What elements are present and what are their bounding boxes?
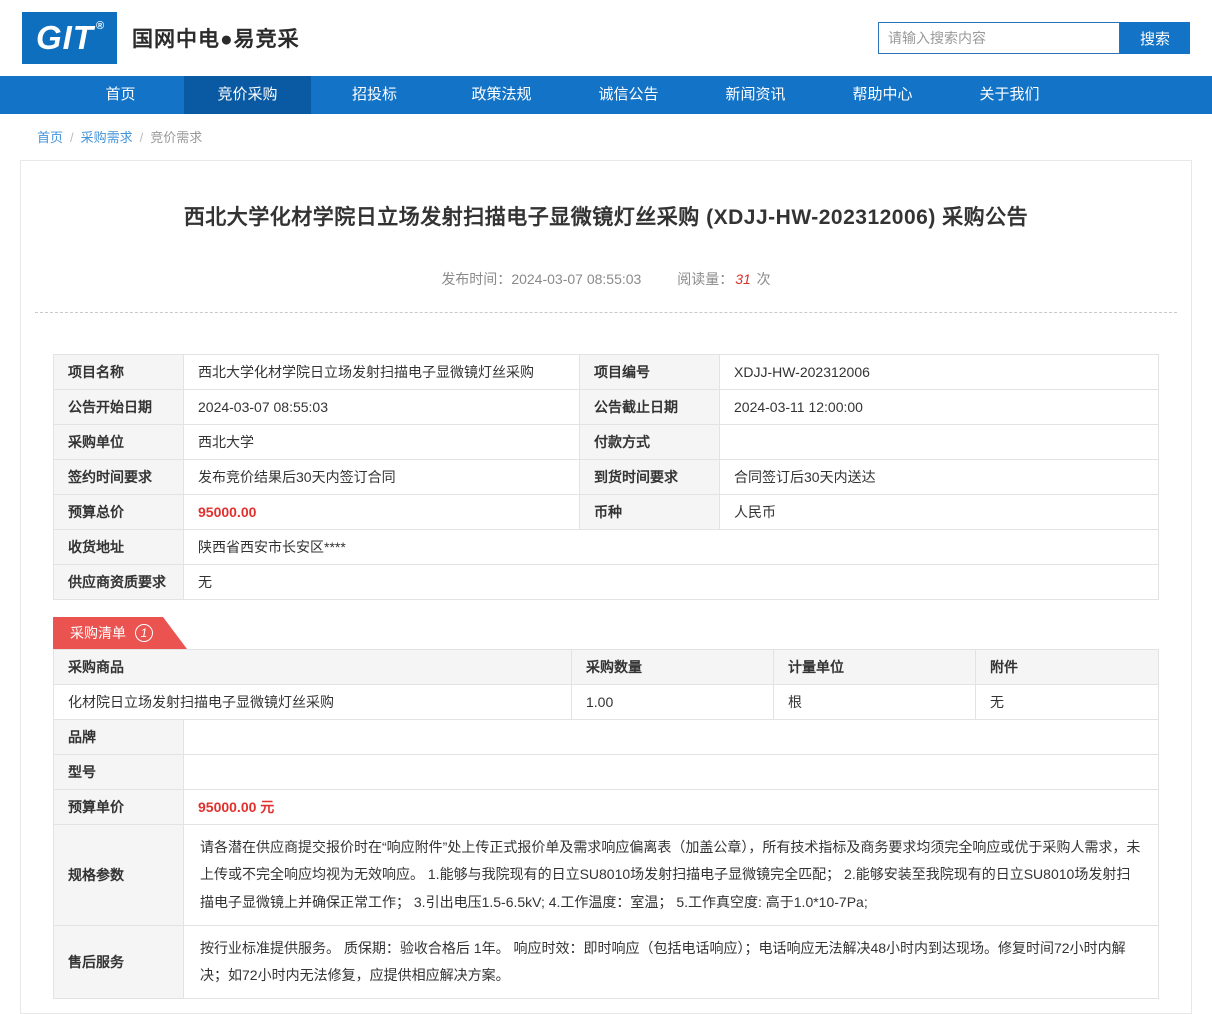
table-row: 预算总价 95000.00 币种 人民币 (53, 494, 1159, 530)
table-row: 售后服务 按行业标准提供服务。 质保期：验收合格后 1年。 响应时效：即时响应（… (53, 924, 1159, 1000)
breadcrumb-home[interactable]: 首页 (37, 130, 63, 145)
field-value: 无 (183, 564, 1159, 600)
table-header-row: 采购商品 采购数量 计量单位 附件 (53, 649, 1159, 685)
table-row: 化材院日立场发射扫描电子显微镜灯丝采购 1.00 根 无 (53, 684, 1159, 720)
nav-item-news[interactable]: 新闻资讯 (692, 76, 819, 114)
field-label: 币种 (579, 494, 720, 530)
budget-total-value: 95000.00 (183, 494, 580, 530)
product-unit: 根 (773, 684, 976, 720)
nav-item-about[interactable]: 关于我们 (946, 76, 1073, 114)
brand-value (183, 719, 1159, 755)
nav-item-integrity[interactable]: 诚信公告 (565, 76, 692, 114)
breadcrumb: 首页 / 采购需求 / 竞价需求 (0, 114, 1212, 158)
column-header: 采购数量 (571, 649, 774, 685)
field-value: 合同签订后30天内送达 (719, 459, 1159, 495)
purchase-list-tab-label: 采购清单 (70, 625, 126, 641)
read-count-value: 31 (735, 271, 751, 287)
field-value: 西北大学化材学院日立场发射扫描电子显微镜灯丝采购 (183, 354, 580, 390)
table-row: 预算单价 95000.00 元 (53, 789, 1159, 825)
project-info-table: 项目名称 西北大学化材学院日立场发射扫描电子显微镜灯丝采购 项目编号 XDJJ-… (53, 354, 1159, 600)
table-row: 供应商资质要求 无 (53, 564, 1159, 600)
search-input[interactable] (878, 22, 1120, 54)
read-count: 阅读量： 31 次 (677, 271, 771, 287)
purchase-items-table: 采购商品 采购数量 计量单位 附件 化材院日立场发射扫描电子显微镜灯丝采购 1.… (53, 649, 1159, 720)
breadcrumb-purchase-demand[interactable]: 采购需求 (81, 130, 133, 145)
unit-price-value: 95000.00 元 (183, 789, 1159, 825)
table-row: 签约时间要求 发布竞价结果后30天内签订合同 到货时间要求 合同签订后30天内送… (53, 459, 1159, 495)
field-value: 发布竞价结果后30天内签订合同 (183, 459, 580, 495)
search-bar: 搜索 (878, 22, 1190, 54)
table-row: 项目名称 西北大学化材学院日立场发射扫描电子显微镜灯丝采购 项目编号 XDJJ-… (53, 354, 1159, 390)
field-label: 项目编号 (579, 354, 720, 390)
site-name: 国网中电●易竞采 (132, 28, 300, 51)
breadcrumb-separator: / (139, 130, 144, 145)
spec-parameters-value: 请各潜在供应商提交报价时在“响应附件”处上传正式报价单及需求响应偏离表（加盖公章… (183, 824, 1159, 926)
item-detail-table: 品牌 型号 预算单价 95000.00 元 规格参数 请各潜在供应商提交报价时在… (53, 719, 1159, 1000)
field-value (719, 424, 1159, 460)
field-label: 项目名称 (53, 354, 184, 390)
field-label: 公告截止日期 (579, 389, 720, 425)
field-value: XDJJ-HW-202312006 (719, 354, 1159, 390)
field-label: 型号 (53, 754, 184, 790)
breadcrumb-current: 竞价需求 (150, 130, 203, 145)
breadcrumb-separator: / (70, 130, 74, 145)
page-title: 西北大学化材学院日立场发射扫描电子显微镜灯丝采购 (XDJJ-HW-202312… (183, 206, 1029, 229)
table-row: 收货地址 陕西省西安市长安区**** (53, 529, 1159, 565)
field-label: 规格参数 (53, 824, 184, 926)
publish-time: 发布时间：2024-03-07 08:55:03 (441, 271, 642, 287)
field-label: 预算单价 (53, 789, 184, 825)
after-sales-value: 按行业标准提供服务。 质保期：验收合格后 1年。 响应时效：即时响应（包括电话响… (183, 924, 1159, 1000)
column-header: 计量单位 (773, 649, 976, 685)
field-label: 售后服务 (53, 924, 184, 1000)
item-count-badge: 1 (135, 624, 153, 642)
nav-item-policy[interactable]: 政策法规 (438, 76, 565, 114)
search-button[interactable]: 搜索 (1120, 22, 1190, 54)
article-meta: 发布时间：2024-03-07 08:55:03 阅读量： 31 次 (35, 269, 1177, 313)
site-logo[interactable]: GIT ® (22, 12, 117, 64)
logo-text: GIT (35, 19, 94, 56)
purchase-list-tab[interactable]: 采购清单 1 (53, 617, 187, 649)
column-header: 采购商品 (53, 649, 572, 685)
announcement-card: 西北大学化材学院日立场发射扫描电子显微镜灯丝采购 (XDJJ-HW-202312… (20, 160, 1192, 1014)
field-label: 签约时间要求 (53, 459, 184, 495)
nav-item-bidding-purchase[interactable]: 竞价采购 (184, 76, 311, 114)
column-header: 附件 (975, 649, 1159, 685)
main-nav: 首页 竞价采购 招投标 政策法规 诚信公告 新闻资讯 帮助中心 关于我们 (0, 76, 1212, 114)
product-name: 化材院日立场发射扫描电子显微镜灯丝采购 (53, 684, 572, 720)
nav-item-help[interactable]: 帮助中心 (819, 76, 946, 114)
field-label: 公告开始日期 (53, 389, 184, 425)
field-label: 供应商资质要求 (53, 564, 184, 600)
field-label: 预算总价 (53, 494, 184, 530)
field-label: 采购单位 (53, 424, 184, 460)
site-header: GIT® 国网中电●易竞采 搜索 (0, 0, 1212, 76)
table-row: 采购单位 西北大学 付款方式 (53, 424, 1159, 460)
field-value: 2024-03-07 08:55:03 (183, 389, 580, 425)
table-row: 公告开始日期 2024-03-07 08:55:03 公告截止日期 2024-0… (53, 389, 1159, 425)
field-label: 到货时间要求 (579, 459, 720, 495)
product-attachment: 无 (975, 684, 1159, 720)
field-label: 付款方式 (579, 424, 720, 460)
field-value: 陕西省西安市长安区**** (183, 529, 1159, 565)
registered-mark-icon: ® (95, 20, 106, 32)
model-value (183, 754, 1159, 790)
field-label: 品牌 (53, 719, 184, 755)
table-row: 规格参数 请各潜在供应商提交报价时在“响应附件”处上传正式报价单及需求响应偏离表… (53, 824, 1159, 926)
field-value: 西北大学 (183, 424, 580, 460)
field-label: 收货地址 (53, 529, 184, 565)
table-row: 型号 (53, 754, 1159, 790)
nav-item-home[interactable]: 首页 (57, 76, 184, 114)
table-row: 品牌 (53, 719, 1159, 755)
field-value: 2024-03-11 12:00:00 (719, 389, 1159, 425)
nav-item-tender[interactable]: 招投标 (311, 76, 438, 114)
product-quantity: 1.00 (571, 684, 774, 720)
field-value: 人民币 (719, 494, 1159, 530)
